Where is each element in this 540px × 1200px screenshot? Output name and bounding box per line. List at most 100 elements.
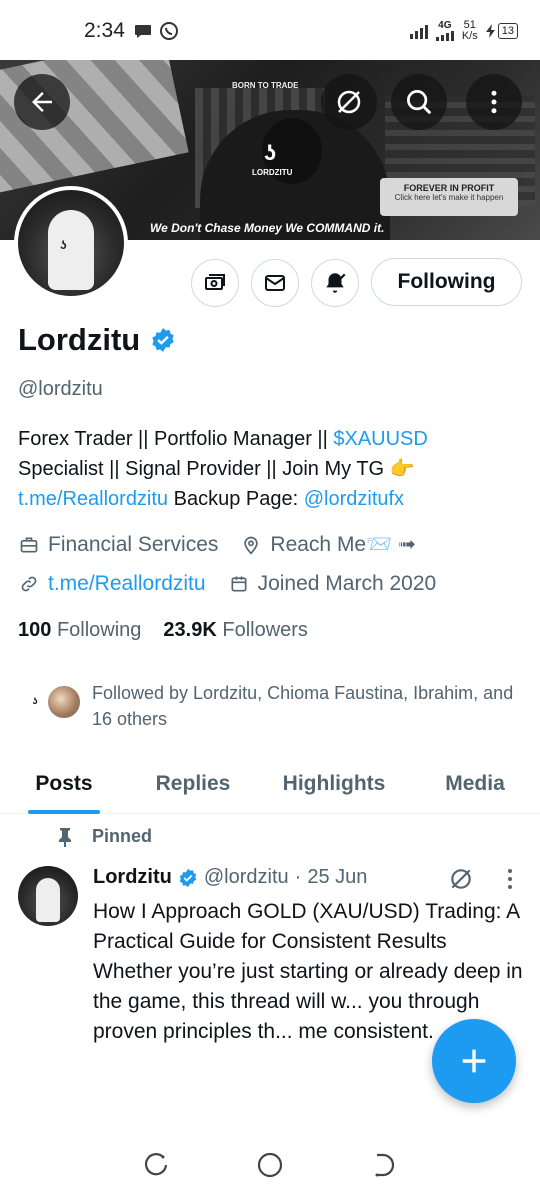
profile-name-row: Lordzitu	[18, 322, 176, 358]
following-stat[interactable]: 100 Following	[18, 619, 141, 642]
followed-by-text: Followed by Lordzitu, Chioma Faustina, I…	[92, 683, 514, 729]
profile-name: Lordzitu	[18, 322, 141, 357]
following-word: Following	[56, 619, 142, 641]
more-options-button[interactable]	[466, 74, 522, 130]
followed-by-row[interactable]: ʖ Followed by Lordzitu, Chioma Faustina,…	[18, 680, 532, 732]
following-button[interactable]: Following	[371, 258, 522, 306]
status-bar: 2:34 4G 51 K/s 13	[0, 0, 540, 62]
envelope-icon	[265, 275, 285, 291]
battery-level: 13	[497, 23, 518, 39]
follower-avatar-2	[46, 684, 82, 720]
bio-text-2: Specialist || Signal Provider || Join My…	[18, 458, 415, 480]
pinned-text: Pinned	[92, 826, 153, 846]
signal-bars-icon	[409, 23, 428, 39]
location-pin-icon	[240, 534, 262, 556]
whatsapp-icon	[159, 22, 178, 40]
back-nav-icon[interactable]	[369, 1151, 397, 1179]
profile-meta-row-1: Financial Services Reach Me📨 ➟	[18, 532, 416, 557]
briefcase-icon	[18, 534, 40, 556]
compose-post-button[interactable]	[432, 1019, 516, 1103]
search-button[interactable]	[391, 74, 447, 130]
grok-icon	[337, 90, 361, 114]
avatar-logo-mark: ʖ	[60, 238, 67, 252]
tweet-more-button[interactable]	[500, 866, 520, 898]
signal-bars-2-icon	[435, 31, 454, 41]
profile-joined: Joined March 2020	[257, 572, 437, 595]
tweet-author-name[interactable]: Lordzitu	[93, 866, 172, 889]
grok-icon	[451, 869, 471, 889]
profile-category: Financial Services	[48, 532, 219, 556]
verified-badge-icon[interactable]	[150, 327, 176, 353]
back-button[interactable]	[14, 74, 70, 130]
bio-text-1: Forex Trader || Portfolio Manager ||	[18, 428, 334, 450]
banner-logo-text: LORDZITU	[252, 168, 293, 177]
tweet-date: 25 Jun	[307, 866, 368, 888]
bell-check-icon	[326, 273, 346, 293]
more-vertical-icon	[491, 90, 497, 114]
tab-highlights[interactable]: Highlights	[258, 754, 410, 814]
pinned-label: Pinned	[56, 826, 152, 847]
battery-indicator: 13	[485, 23, 518, 39]
profile-website-link[interactable]: t.me/Reallordzitu	[48, 572, 206, 596]
tab-label: Highlights	[282, 772, 386, 795]
arrow-left-icon	[32, 92, 52, 112]
tweet-text-paragraph-1: How I Approach GOLD (XAU/USD) Trading: A…	[93, 900, 520, 953]
network-type: 4G	[438, 20, 452, 31]
tip-button[interactable]	[191, 259, 239, 307]
profile-tabs: Posts Replies Highlights Media	[0, 754, 540, 814]
tab-posts[interactable]: Posts	[0, 754, 128, 814]
bio-text-3: Backup Page:	[168, 488, 304, 510]
bio-cashtag-link[interactable]: $XAUUSD	[333, 428, 427, 450]
plus-icon	[462, 1049, 486, 1073]
network-speed: 51 K/s	[462, 20, 478, 42]
profile-bio: Forex Trader || Portfolio Manager || $XA…	[18, 424, 528, 514]
profile-stats: 100 Following 23.9K Followers	[18, 619, 308, 642]
followed-by-avatars: ʖ	[18, 680, 84, 720]
avatar-image: ʖ	[18, 190, 124, 296]
banner-caption: We Don't Chase Money We COMMAND it.	[150, 221, 385, 235]
bio-telegram-link[interactable]: t.me/Reallordzitu	[18, 488, 168, 510]
tweet-separator: ·	[294, 866, 302, 888]
tweet-author-avatar[interactable]	[18, 866, 78, 926]
message-button[interactable]	[251, 259, 299, 307]
profile-meta-row-2: t.me/Reallordzitu Joined March 2020	[18, 572, 436, 596]
pin-icon	[59, 827, 71, 847]
banner-logo-mark: ʖ	[263, 140, 277, 165]
system-nav-bar	[0, 1130, 540, 1200]
tab-replies[interactable]: Replies	[128, 754, 258, 814]
verified-badge-icon	[179, 868, 197, 887]
profile-handle: @lordzitu	[18, 378, 103, 400]
following-count: 100	[18, 619, 52, 641]
message-bubble-icon	[134, 25, 151, 38]
more-vertical-icon	[508, 869, 512, 889]
profile-location: Reach Me📨 ➟	[270, 533, 416, 556]
followers-word: Followers	[222, 619, 308, 641]
bio-backup-link[interactable]: @lordzitufx	[304, 488, 404, 510]
banner-profit-box: FOREVER IN PROFIT Click here let's make …	[380, 178, 518, 216]
active-tab-indicator	[28, 810, 100, 814]
tab-media[interactable]: Media	[410, 754, 540, 814]
tweet-author-handle: @lordzitu	[203, 866, 289, 888]
search-icon	[407, 90, 432, 115]
banner-top-text: BORN TO TRADE	[232, 81, 299, 90]
banner-profit-title: FOREVER IN PROFIT	[403, 183, 495, 193]
money-icon	[205, 274, 225, 290]
tweet-grok-button[interactable]	[448, 866, 474, 897]
recent-apps-icon[interactable]	[143, 1151, 171, 1179]
tab-label: Replies	[155, 772, 231, 795]
calendar-icon	[228, 573, 250, 595]
charging-bolt-icon	[485, 24, 495, 38]
tab-label: Posts	[35, 772, 93, 795]
profile-avatar[interactable]: ʖ	[14, 186, 128, 300]
home-icon[interactable]	[256, 1151, 284, 1179]
tab-label: Media	[445, 772, 505, 795]
banner-profit-sub: Click here let's make it happen	[394, 193, 504, 202]
notifications-button[interactable]	[311, 259, 359, 307]
followers-stat[interactable]: 23.9K Followers	[163, 619, 308, 642]
status-time: 2:34	[84, 19, 125, 42]
followers-count: 23.9K	[163, 619, 217, 641]
grok-button[interactable]	[321, 74, 377, 130]
link-icon	[18, 573, 40, 595]
tweet-header: Lordzitu @lordzitu · 25 Jun	[93, 866, 367, 889]
avatar-figure	[48, 210, 94, 290]
